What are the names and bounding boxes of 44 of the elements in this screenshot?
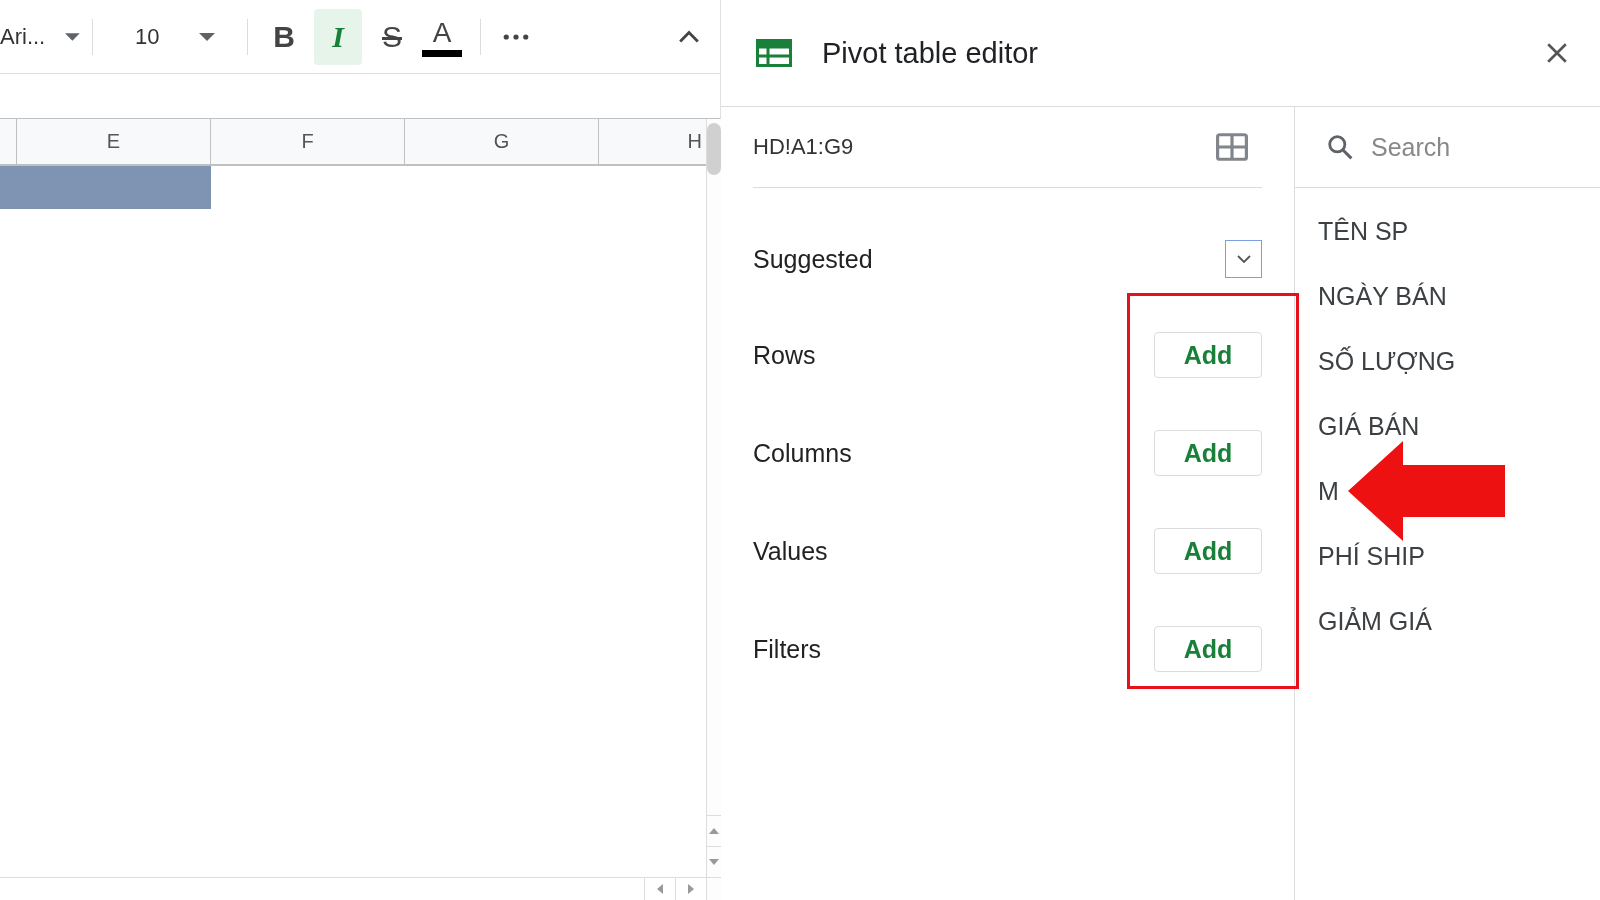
grid-icon[interactable] [1216,133,1248,161]
format-button[interactable]: I [314,8,362,65]
field-item[interactable]: GIẢM GIÁ [1318,604,1432,639]
close-icon[interactable] [1546,42,1568,64]
down-triangle-icon [709,859,719,865]
right-triangle-icon [688,884,694,894]
field-item[interactable]: M [1318,474,1339,509]
font-size-select[interactable]: 10 [105,23,235,50]
scrollbar-thumb[interactable] [707,123,721,175]
field-item[interactable]: SỐ LƯỢNG [1318,344,1456,379]
suggested-dropdown[interactable] [1225,240,1262,278]
left-triangle-icon [657,884,663,894]
panel-title: Pivot table editor [822,36,1038,70]
search-icon [1327,134,1353,160]
field-item[interactable]: GIÁ BÁN [1318,409,1420,444]
up-triangle-icon [709,828,719,834]
caret-icon [65,32,80,41]
format-button[interactable]: S [368,8,416,65]
more-icon[interactable] [503,32,529,41]
section-label: Rows [753,340,816,370]
spreadsheet-icon [756,39,792,67]
section-label: Suggested [753,244,873,274]
font-name-select[interactable]: Ari... [0,23,80,50]
column-header[interactable]: F [211,119,405,164]
search-field[interactable]: Search [1369,131,1573,163]
format-button[interactable]: A [422,16,462,57]
chevron-down-icon [1236,255,1251,263]
column-header[interactable]: E [17,119,211,164]
section-label: Columns [753,438,852,468]
collapse-icon[interactable] [678,29,700,44]
data-range-field[interactable]: HD!A1:G9 [753,134,854,160]
field-item[interactable]: TÊN SP [1318,214,1409,249]
column-header[interactable]: G [405,119,599,164]
add-button[interactable]: Add [1154,332,1262,378]
section-label: Values [753,536,828,566]
section-label: Filters [753,634,822,664]
field-item[interactable]: PHÍ SHIP [1318,539,1425,574]
format-button[interactable]: B [260,8,308,65]
add-button[interactable]: Add [1154,430,1262,476]
caret-icon [199,32,216,41]
add-button[interactable]: Add [1154,626,1262,672]
field-item[interactable]: NGÀY BÁN [1318,279,1447,314]
add-button[interactable]: Add [1154,528,1262,574]
column-header[interactable]: H [599,119,706,164]
